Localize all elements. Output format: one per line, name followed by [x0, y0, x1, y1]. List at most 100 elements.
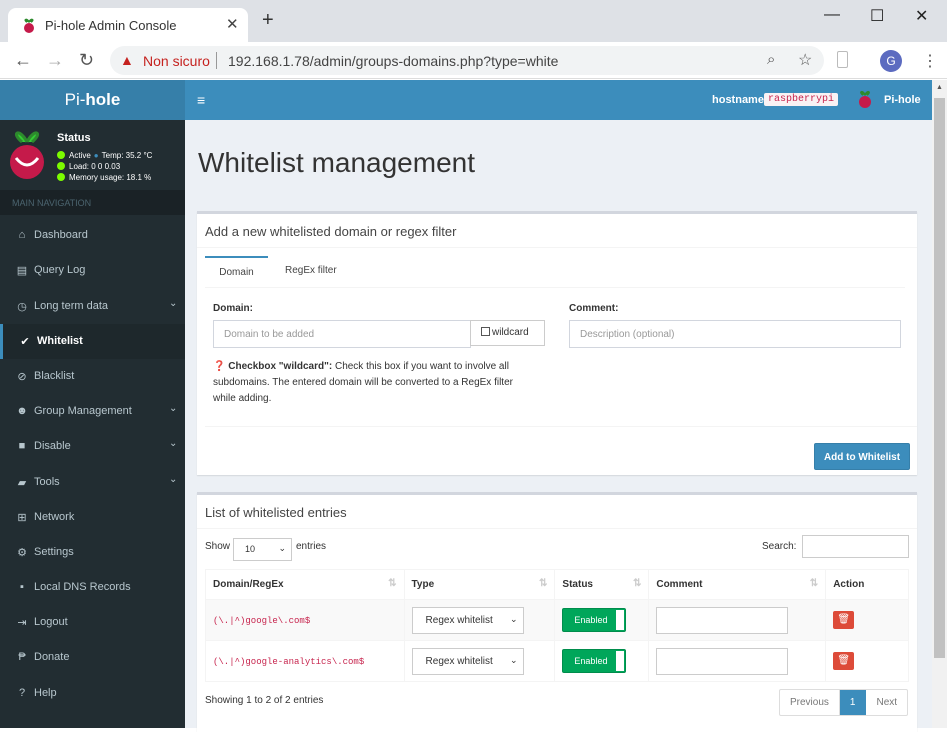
status-toggle[interactable]: Enabled	[562, 608, 627, 632]
scroll-up-icon[interactable]: ▲	[936, 84, 943, 91]
logout-icon: ⇥	[17, 617, 27, 629]
sort-icon: ⇅	[632, 578, 642, 589]
users-icon: ☻	[16, 405, 28, 417]
page-scrollbar[interactable]: ▲	[932, 80, 947, 728]
sidebar-item-group-management[interactable]: ☻ Group Management ⌄	[0, 394, 185, 429]
app-logo[interactable]: Pi-hole	[0, 80, 185, 120]
sidebar-item-label: Settings	[34, 546, 74, 558]
delete-trash-icon[interactable]: 🗑	[833, 611, 855, 629]
new-tab-button[interactable]: +	[262, 10, 274, 30]
checkbox-icon[interactable]	[481, 327, 490, 336]
address-bar-row: ← → ↻ ▲ Non sicuro 192.168.1.78/admin/gr…	[0, 42, 947, 79]
sidebar-item-dashboard[interactable]: ⌂ Dashboard	[0, 218, 185, 253]
type-select[interactable]: Regex whitelist ⌄	[411, 606, 524, 634]
stop-icon: ■	[18, 440, 26, 452]
comment-field[interactable]	[656, 647, 789, 675]
sort-icon: ⇅	[388, 578, 397, 589]
comment-field[interactable]	[656, 606, 789, 634]
toggle-knob	[616, 610, 625, 630]
url-text[interactable]: 192.168.1.78/admin/groups-domains.php?ty…	[228, 53, 558, 69]
sidebar-item-blacklist[interactable]: ⊘ Blacklist	[0, 359, 185, 394]
comment-input[interactable]: Description (optional)	[569, 320, 901, 348]
omnibox[interactable]: ▲ Non sicuro 192.168.1.78/admin/groups-d…	[110, 46, 824, 75]
sidebar-item-label: Donate	[34, 651, 70, 663]
status-cell: Enabled	[554, 640, 650, 682]
column-label: Status	[562, 579, 593, 590]
scroll-thumb[interactable]	[934, 98, 945, 658]
sidebar-item-long-term-data[interactable]: ◷ Long term data ⌄	[0, 289, 185, 324]
sidebar-toggle-icon[interactable]: ≡	[197, 92, 205, 108]
profile-avatar[interactable]: G	[880, 50, 902, 72]
security-label[interactable]: Non sicuro	[143, 53, 210, 69]
sidebar-item-label: Blacklist	[34, 370, 75, 382]
sidebar-item-help[interactable]: ? Help	[0, 676, 185, 711]
pager-page-1[interactable]: 1	[839, 690, 867, 715]
type-value: Regex whitelist	[425, 614, 493, 626]
sidebar-item-label: Disable	[34, 440, 71, 452]
sidebar-item-query-log[interactable]: ▤ Query Log	[0, 253, 185, 288]
bookmark-star-icon[interactable]: ☆	[798, 50, 812, 70]
browser-tab[interactable]: Pi-hole Admin Console ✕	[8, 8, 248, 42]
logo-bold: hole	[85, 90, 121, 109]
sort-icon: ⇅	[539, 578, 548, 589]
delete-trash-icon[interactable]: 🗑	[833, 652, 855, 670]
chevron-down-icon: ⌄	[510, 613, 518, 624]
warning-icon[interactable]: ▲	[120, 52, 134, 68]
status-panel: Status Active ● Temp: 35.2 °C Load: 0 0 0.…	[0, 120, 185, 190]
raspberry-logo-icon[interactable]	[857, 90, 873, 113]
list-box-title: List of whitelisted entries	[205, 505, 347, 520]
load-value: Load: 0 0 0.03	[69, 162, 121, 171]
sidebar-item-whitelist[interactable]: ✔ Whitelist	[0, 324, 185, 359]
close-window-button[interactable]: ✕	[915, 6, 928, 26]
sidebar-item-disable[interactable]: ■ Disable ⌄	[0, 429, 185, 464]
back-arrow-icon[interactable]: ←	[14, 50, 32, 71]
sidebar-item-donate[interactable]: ₱ Donate	[0, 640, 185, 675]
load-dot-icon	[57, 162, 65, 170]
tab-regex-filter[interactable]: RegEx filter	[285, 256, 337, 286]
minimize-button[interactable]: —	[824, 6, 840, 24]
status-toggle[interactable]: Enabled	[562, 649, 627, 673]
user-menu-brand[interactable]: Pi-hole	[884, 94, 921, 106]
column-header-domain[interactable]: Domain/RegEx ⇅	[205, 569, 405, 600]
sidebar-item-local-dns[interactable]: ▪ Local DNS Records	[0, 570, 185, 605]
maximize-button[interactable]: ☐	[870, 6, 884, 26]
sidebar-item-logout[interactable]: ⇥ Logout	[0, 605, 185, 640]
column-header-status[interactable]: Status ⇅	[554, 569, 650, 600]
forward-arrow-icon[interactable]: →	[46, 50, 64, 71]
wildcard-label: wildcard	[492, 327, 529, 338]
column-header-type[interactable]: Type ⇅	[403, 569, 556, 600]
memory-value: Memory usage: 18.1 %	[69, 173, 152, 182]
status-cell: Enabled	[554, 599, 650, 641]
type-select[interactable]: Regex whitelist ⌄	[411, 647, 524, 675]
column-label: Domain/RegEx	[213, 579, 284, 590]
nav-header: MAIN NAVIGATION	[0, 190, 185, 215]
tab-close-icon[interactable]: ✕	[226, 15, 239, 33]
pager-next[interactable]: Next	[866, 690, 907, 715]
chevron-down-icon: ⌄	[169, 474, 178, 485]
omnibox-divider	[216, 52, 217, 69]
column-header-comment[interactable]: Comment ⇅	[648, 569, 827, 600]
whitelist-entries-box: List of whitelisted entries Show 10 ⌄ ent…	[197, 492, 917, 732]
sidebar-item-label: Local DNS Records	[34, 581, 131, 593]
device-icon[interactable]	[837, 51, 848, 68]
browser-menu-icon[interactable]: ⋮	[922, 51, 938, 71]
page-length-select[interactable]: 10 ⌄	[233, 538, 292, 561]
sidebar-item-label: Tools	[34, 476, 60, 488]
sidebar-item-settings[interactable]: ⚙ Settings	[0, 535, 185, 570]
sidebar-item-label: Dashboard	[34, 229, 88, 241]
content-wrapper: Whitelist management Add a new whitelist…	[185, 120, 932, 732]
memory-dot-icon	[57, 173, 65, 181]
page-title: Whitelist management	[198, 147, 476, 178]
reload-icon[interactable]: ↻	[79, 50, 94, 71]
wildcard-checkbox[interactable]: wildcard	[470, 320, 545, 346]
sidebar-item-tools[interactable]: ▰ Tools ⌄	[0, 465, 185, 500]
box-divider	[197, 247, 917, 248]
pager-previous[interactable]: Previous	[780, 690, 840, 715]
domain-input[interactable]: Domain to be added	[213, 320, 471, 348]
add-to-whitelist-button[interactable]: Add to Whitelist	[814, 443, 910, 470]
zoom-icon[interactable]: ⌕	[767, 51, 775, 68]
sidebar-item-network[interactable]: ⊞ Network	[0, 500, 185, 535]
search-input[interactable]	[802, 535, 909, 558]
tab-domain[interactable]: Domain	[205, 256, 268, 288]
domain-cell: (\.|^)google-analytics\.com$	[205, 640, 405, 682]
